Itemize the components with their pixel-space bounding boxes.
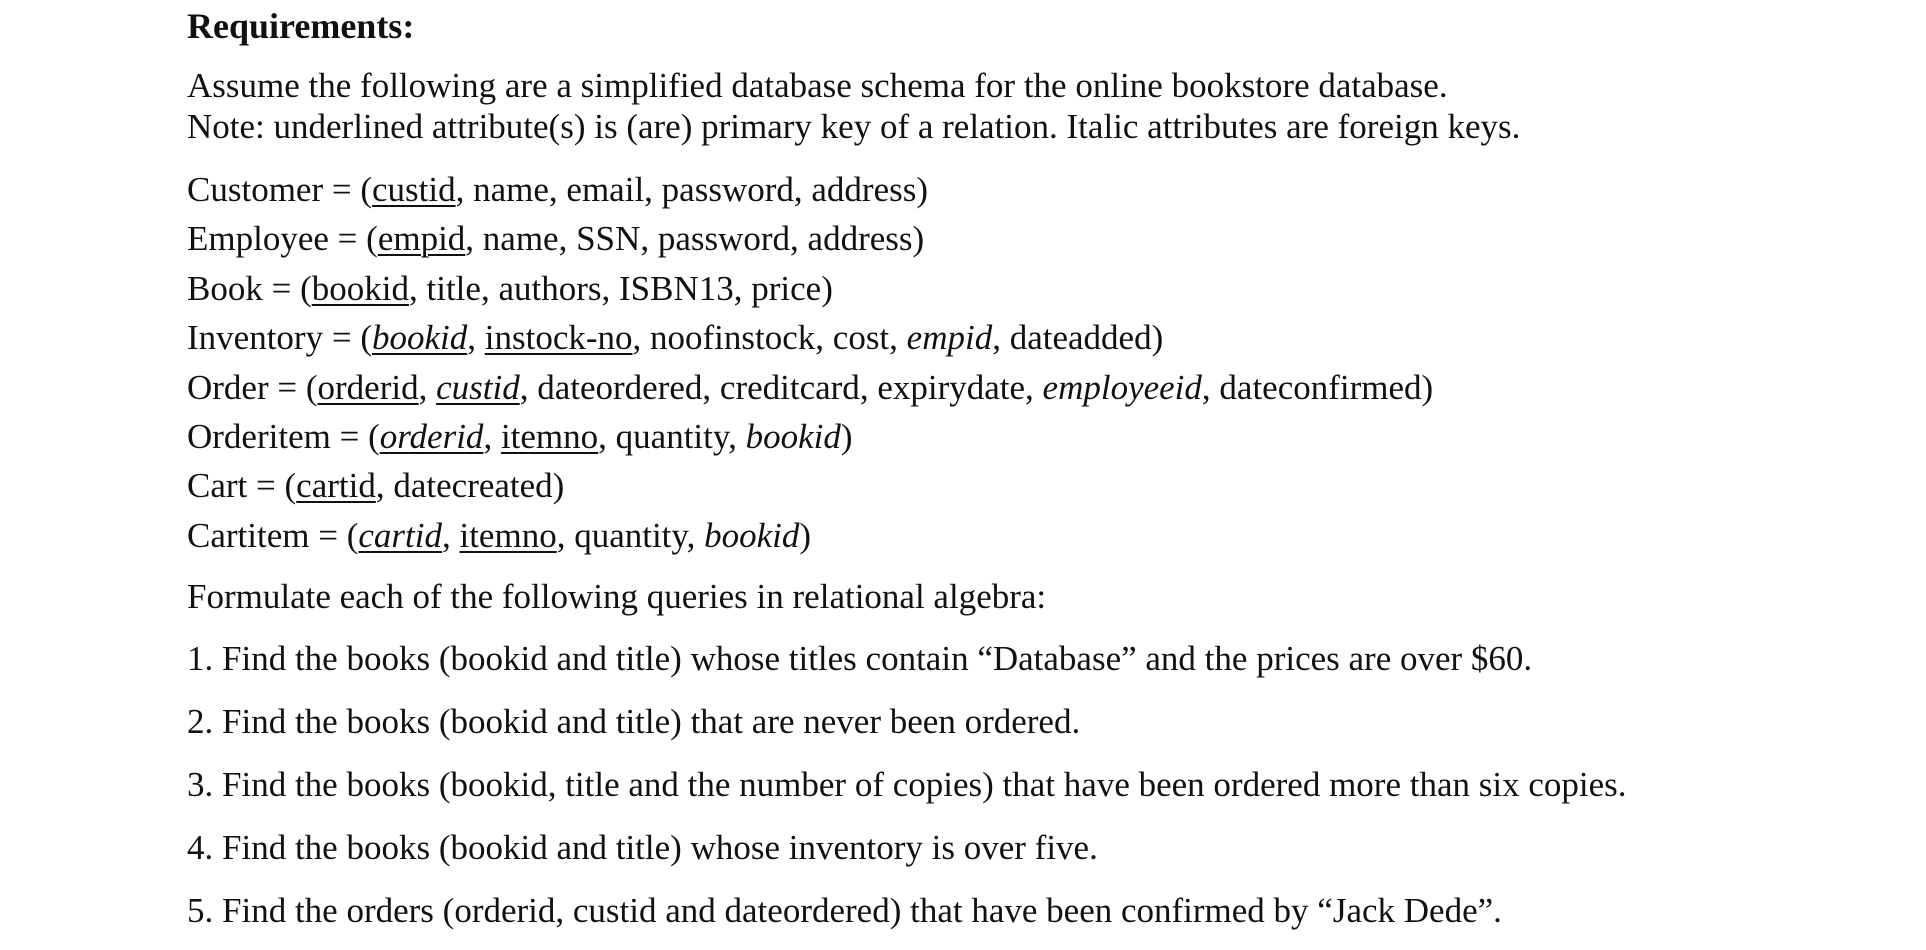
- attribute: noofinstock: [650, 318, 816, 357]
- query-2: 2. Find the books (bookid and title) tha…: [187, 702, 1081, 741]
- foreign-key-attribute: bookid: [745, 417, 841, 456]
- attribute: dateordered: [537, 368, 703, 407]
- relation-name: Cart: [187, 466, 248, 505]
- attribute: name: [482, 219, 559, 258]
- attribute: address: [811, 170, 917, 209]
- requirements-heading: Requirements:: [187, 6, 415, 46]
- attribute: dateconfirmed: [1219, 368, 1422, 407]
- primary-key-attribute: itemno: [459, 516, 557, 555]
- attribute: address: [807, 219, 913, 258]
- relation-name: Employee: [187, 219, 329, 258]
- foreign-key-attribute: employeeid: [1042, 368, 1202, 407]
- attribute: SSN: [576, 219, 641, 258]
- attribute: title: [426, 269, 481, 308]
- attribute: authors: [498, 269, 602, 308]
- schema-relation-cart: Cart = (cartid, datecreated): [187, 466, 565, 505]
- attribute: name: [473, 170, 549, 209]
- schema-relation-book: Book = (bookid, title, authors, ISBN13, …: [187, 269, 833, 308]
- instruction-text: Formulate each of the following queries …: [187, 577, 1047, 616]
- schema-relation-inventory: Inventory = (bookid, instock-no, noofins…: [187, 318, 1164, 357]
- relation-name: Cartitem: [187, 516, 310, 555]
- primary-key-attribute: cartid: [358, 516, 442, 555]
- attribute: price: [751, 269, 822, 308]
- relation-name: Book: [187, 269, 263, 308]
- attribute: password: [657, 219, 791, 258]
- primary-key-attribute: orderid: [317, 368, 419, 407]
- relation-name: Customer: [187, 170, 324, 209]
- primary-key-attribute: itemno: [500, 417, 599, 456]
- relation-name: Orderitem: [187, 417, 331, 456]
- attribute: expirydate: [877, 368, 1026, 407]
- foreign-key-attribute: empid: [906, 318, 993, 357]
- primary-key-attribute: bookid: [311, 269, 409, 308]
- query-4: 4. Find the books (bookid and title) who…: [187, 828, 1098, 867]
- query-1: 1. Find the books (bookid and title) who…: [187, 639, 1533, 678]
- query-3: 3. Find the books (bookid, title and the…: [187, 765, 1627, 804]
- attribute: password: [661, 170, 794, 209]
- schema-relation-cartitem: Cartitem = (cartid, itemno, quantity, bo…: [187, 516, 812, 555]
- schema-relation-order: Order = (orderid, custid, dateordered, c…: [187, 368, 1434, 407]
- relation-name: Order: [187, 368, 269, 407]
- schema-relation-customer: Customer = (custid, name, email, passwor…: [187, 170, 929, 209]
- primary-key-attribute: custid: [436, 368, 520, 407]
- relation-name: Inventory: [187, 318, 324, 357]
- attribute: email: [566, 170, 645, 209]
- schema-relation-orderitem: Orderitem = (orderid, itemno, quantity, …: [187, 417, 853, 456]
- primary-key-attribute: instock-no: [484, 318, 633, 357]
- attribute: cost: [832, 318, 890, 357]
- primary-key-attribute: orderid: [379, 417, 484, 456]
- intro-line-1: Assume the following are a simplified da…: [187, 66, 1448, 105]
- schema-relation-employee: Employee = (empid, name, SSN, password, …: [187, 219, 925, 258]
- primary-key-attribute: empid: [377, 219, 466, 258]
- primary-key-attribute: bookid: [371, 318, 468, 357]
- attribute: quantity: [574, 516, 687, 555]
- primary-key-attribute: custid: [372, 170, 456, 209]
- intro-line-2: Note: underlined attribute(s) is (are) p…: [187, 107, 1521, 146]
- foreign-key-attribute: bookid: [704, 516, 800, 555]
- attribute: dateadded: [1009, 318, 1152, 357]
- query-5: 5. Find the orders (orderid, custid and …: [187, 891, 1502, 930]
- attribute: ISBN13: [618, 269, 734, 308]
- attribute: creditcard: [719, 368, 860, 407]
- primary-key-attribute: cartid: [296, 466, 376, 505]
- attribute: datecreated: [393, 466, 553, 505]
- attribute: quantity: [615, 417, 729, 456]
